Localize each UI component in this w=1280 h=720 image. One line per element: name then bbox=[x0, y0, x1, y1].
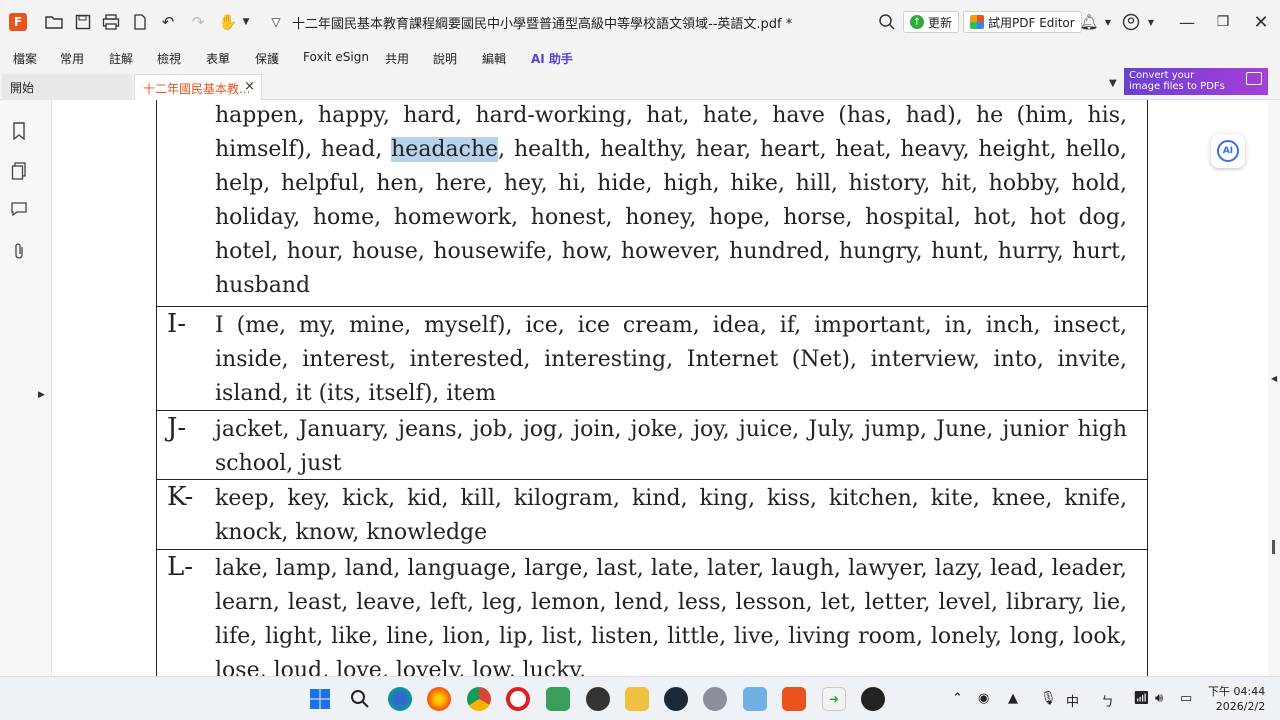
media-app-icon[interactable] bbox=[586, 687, 610, 711]
highlighted-word[interactable]: headache bbox=[391, 137, 499, 162]
scrollbar-thumb[interactable] bbox=[1272, 540, 1275, 554]
menu-bar: 檔案 常用 註解 檢視 表單 保護 Foxit eSign 共用 說明 編輯 A… bbox=[0, 44, 1280, 70]
menu-form[interactable]: 表單 bbox=[206, 50, 230, 67]
print-icon[interactable] bbox=[101, 12, 121, 32]
wifi-icon[interactable]: 📶︎ bbox=[1133, 691, 1150, 706]
tray-expand-icon[interactable]: ⌃ bbox=[952, 691, 963, 706]
steam-tray-icon[interactable]: ◉ bbox=[978, 691, 989, 706]
convert-promo-banner[interactable]: Convert your image files to PDFs bbox=[1124, 68, 1268, 95]
open-folder-icon[interactable] bbox=[44, 12, 64, 32]
pages-icon[interactable] bbox=[10, 162, 28, 180]
document-view[interactable]: happen, happy, hard, hard-working, hat, … bbox=[53, 100, 1268, 676]
redo-icon[interactable]: ↷ bbox=[188, 12, 208, 32]
row-words: keep, key, kick, kid, kill, kilogram, ki… bbox=[215, 486, 1127, 545]
table-row: happen, happy, hard, hard-working, hat, … bbox=[157, 100, 1147, 307]
ai-assistant-float-button[interactable]: AI bbox=[1211, 134, 1245, 168]
microphone-icon[interactable]: 🎙︎ bbox=[1040, 691, 1057, 706]
collapse-right-panel-icon[interactable]: ◀ bbox=[1271, 374, 1277, 383]
row-words: happen, happy, hard, hard-working, hat, … bbox=[215, 103, 1127, 298]
menu-file[interactable]: 檔案 bbox=[13, 50, 37, 67]
row-letter: I- bbox=[167, 309, 187, 339]
tab-close-icon[interactable]: × bbox=[244, 79, 255, 94]
table-row: J- jacket, January, jeans, job, jog, joi… bbox=[157, 411, 1147, 480]
table-row: K- keep, key, kick, kid, kill, kilogram,… bbox=[157, 480, 1147, 550]
expand-panel-icon[interactable]: ▶ bbox=[38, 390, 45, 400]
tray-app-icon[interactable]: ▲ bbox=[1008, 691, 1018, 706]
battery-icon[interactable]: ▭ bbox=[1180, 691, 1192, 706]
foxit-reader-taskbar-icon[interactable] bbox=[782, 687, 806, 711]
menu-view[interactable]: 檢視 bbox=[157, 50, 181, 67]
try-pdf-editor-button[interactable]: 試用PDF Editor bbox=[963, 11, 1082, 33]
row-words: I (me, my, mine, myself), ice, ice cream… bbox=[215, 313, 1127, 406]
close-window-icon[interactable]: ✕ bbox=[1249, 10, 1273, 34]
pdf-convert-icon[interactable]: ➜ bbox=[822, 687, 846, 711]
image-icon bbox=[1246, 72, 1262, 85]
edge-browser-icon[interactable] bbox=[388, 687, 412, 711]
volume-icon[interactable]: 🔊︎ bbox=[1155, 691, 1163, 706]
vertical-scrollbar[interactable]: ◀ bbox=[1268, 100, 1280, 676]
attachment-icon[interactable] bbox=[10, 242, 28, 260]
menu-edit[interactable]: 編輯 bbox=[482, 50, 506, 67]
vocabulary-table: happen, happy, hard, hard-working, hat, … bbox=[156, 100, 1148, 676]
save-icon[interactable] bbox=[73, 12, 93, 32]
menu-protect[interactable]: 保護 bbox=[255, 50, 279, 67]
menu-foxit-esign[interactable]: Foxit eSign bbox=[303, 50, 369, 64]
notepad-icon[interactable] bbox=[743, 687, 767, 711]
table-row: L- lake, lamp, land, language, large, la… bbox=[157, 550, 1147, 676]
input-mode-icon[interactable]: ㄅ bbox=[1101, 691, 1114, 710]
bell-icon[interactable]: 🔔︎ bbox=[1079, 12, 1099, 32]
system-clock[interactable]: 下午 04:44 2026/2/2 bbox=[1208, 684, 1265, 714]
comments-icon[interactable] bbox=[10, 200, 28, 218]
new-document-icon[interactable] bbox=[130, 12, 150, 32]
row-letter: L- bbox=[167, 552, 194, 582]
app-icon[interactable] bbox=[861, 687, 885, 711]
menu-share[interactable]: 共用 bbox=[385, 50, 409, 67]
row-letter: K- bbox=[167, 482, 194, 512]
tab-home[interactable]: 開始 bbox=[2, 74, 132, 100]
update-arrow-icon: ↑ bbox=[910, 15, 924, 29]
customize-toolbar-icon[interactable]: ▽ bbox=[266, 12, 286, 32]
menu-home[interactable]: 常用 bbox=[60, 50, 84, 67]
minimize-icon[interactable]: — bbox=[1175, 10, 1199, 34]
settings-gear-icon[interactable] bbox=[703, 687, 727, 711]
tab-bar: 開始 十二年國民基本教... × ▼ bbox=[0, 70, 1280, 100]
file-explorer-icon[interactable] bbox=[625, 687, 649, 711]
search-icon[interactable] bbox=[877, 12, 897, 32]
chevron-down-icon[interactable]: ▼ bbox=[1141, 12, 1161, 32]
ai-headset-icon: AI bbox=[1217, 140, 1239, 162]
steam-icon[interactable] bbox=[664, 687, 688, 711]
chrome-icon[interactable] bbox=[467, 687, 491, 711]
menu-help[interactable]: 說明 bbox=[433, 50, 457, 67]
windows-start-icon[interactable] bbox=[308, 687, 332, 711]
ime-indicator[interactable]: 中 bbox=[1066, 691, 1079, 710]
opera-icon[interactable] bbox=[506, 687, 530, 711]
update-button[interactable]: ↑ 更新 bbox=[903, 11, 960, 33]
firefox-icon[interactable] bbox=[427, 687, 451, 711]
chevron-down-icon[interactable]: ▼ bbox=[1098, 12, 1118, 32]
tab-document[interactable]: 十二年國民基本教... × bbox=[134, 74, 262, 100]
title-bar: F ↶ ↷ ✋ ▼ ▽ 十二年國民基本教育課程綱要國民中小學暨普通型高級中等學校… bbox=[0, 0, 1280, 44]
account-icon[interactable] bbox=[1121, 12, 1141, 32]
bookmark-icon[interactable] bbox=[10, 122, 28, 140]
menu-comment[interactable]: 註解 bbox=[109, 50, 133, 67]
row-letter bbox=[157, 100, 215, 306]
windows-taskbar: ➜ ⌃ ◉ ▲ 🎙︎ 中 ㄅ 📶︎ 🔊︎ ▭ 下午 04:44 2026/2/2 bbox=[0, 676, 1280, 720]
menu-ai-assistant[interactable]: AI 助手 bbox=[531, 50, 573, 67]
hand-tool-icon[interactable]: ✋ bbox=[218, 12, 238, 32]
photos-app-icon[interactable] bbox=[546, 687, 570, 711]
chevron-down-icon[interactable]: ▼ bbox=[236, 12, 256, 32]
row-words: lake, lamp, land, language, large, last,… bbox=[215, 556, 1127, 676]
pdf-editor-icon bbox=[970, 15, 984, 29]
row-letter: J- bbox=[167, 413, 187, 443]
restore-icon[interactable]: ❐ bbox=[1211, 10, 1235, 34]
left-navigation-panel: ▶ bbox=[0, 100, 52, 676]
document-title: 十二年國民基本教育課程綱要國民中小學暨普通型高級中等學校語文領域--英語文.pd… bbox=[292, 17, 793, 32]
search-icon[interactable] bbox=[348, 687, 372, 711]
tab-list-chevron-icon[interactable]: ▼ bbox=[1109, 78, 1117, 89]
row-words: jacket, January, jeans, job, jog, join, … bbox=[215, 417, 1127, 476]
table-row: I- I (me, my, mine, myself), ice, ice cr… bbox=[157, 307, 1147, 411]
foxit-logo-icon[interactable]: F bbox=[9, 13, 27, 31]
undo-icon[interactable]: ↶ bbox=[158, 12, 178, 32]
